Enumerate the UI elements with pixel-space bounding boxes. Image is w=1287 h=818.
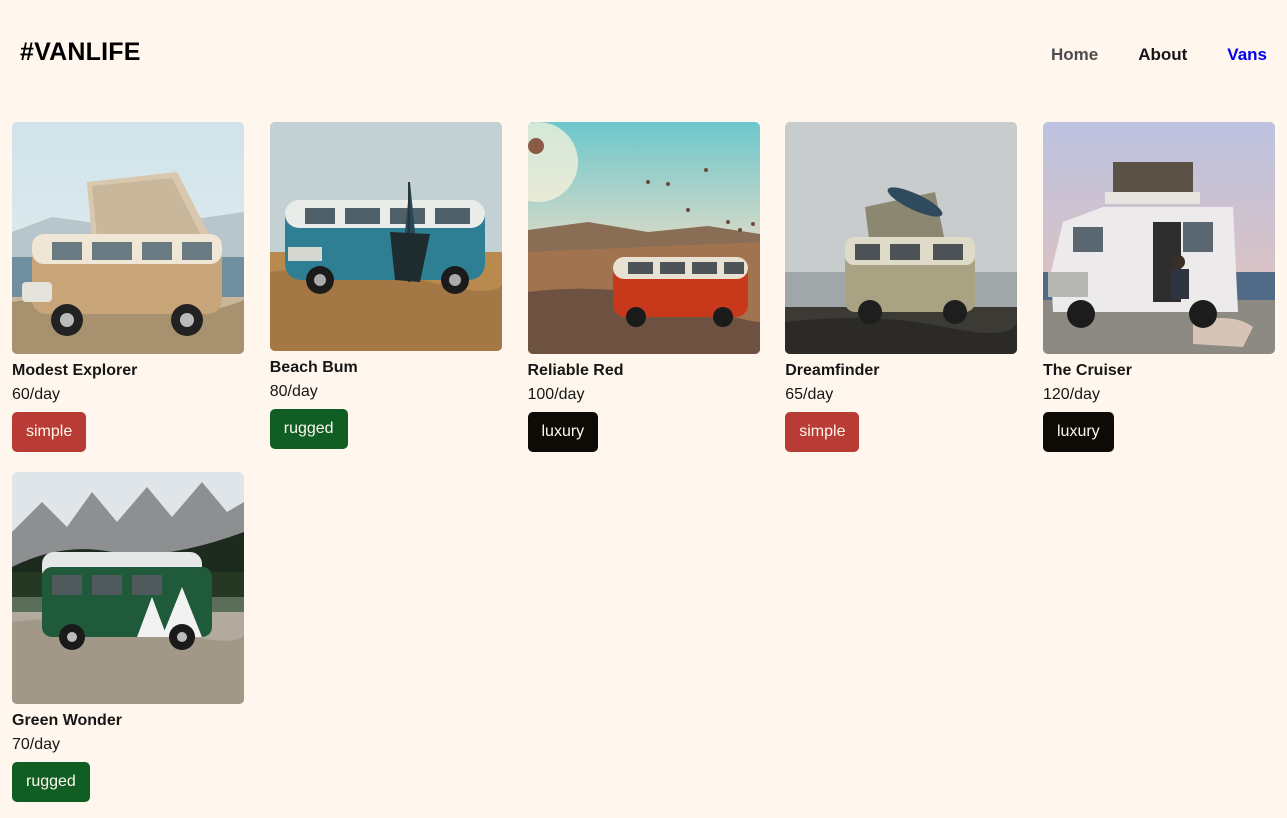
van-list: Modest Explorer 60/day simple Beach Bum … <box>12 122 1275 802</box>
van-card-beach-bum[interactable]: Beach Bum 80/day rugged <box>269 122 502 452</box>
nav-link-vans[interactable]: Vans <box>1227 45 1267 65</box>
van-type-badge[interactable]: luxury <box>527 412 599 452</box>
van-name: Dreamfinder <box>785 362 880 379</box>
beige-vw-pop-top-van-icon <box>12 122 244 354</box>
van-type-badge[interactable]: simple <box>785 412 860 452</box>
van-card-the-cruiser[interactable]: The Cruiser 120/day luxury <box>1043 122 1275 452</box>
cream-pop-top-van-icon <box>785 122 1018 354</box>
van-card-dreamfinder[interactable]: Dreamfinder 65/day simple <box>785 122 1018 452</box>
van-name: Modest Explorer <box>12 362 138 379</box>
van-card-modest-explorer[interactable]: Modest Explorer 60/day simple <box>12 122 244 452</box>
site-header: #VANLIFE Home About Vans <box>0 0 1287 110</box>
main-nav: Home About Vans <box>1051 45 1267 65</box>
van-name: The Cruiser <box>1043 362 1132 379</box>
van-price: 60/day <box>12 386 61 403</box>
van-type-badge[interactable]: luxury <box>1043 412 1114 452</box>
van-name: Reliable Red <box>527 362 624 379</box>
van-type-badge[interactable]: rugged <box>269 409 348 449</box>
van-price: 80/day <box>269 383 318 400</box>
van-name: Green Wonder <box>12 712 122 729</box>
green-vw-van-mountains-icon <box>12 472 244 704</box>
nav-link-home[interactable]: Home <box>1051 45 1098 65</box>
van-price: 100/day <box>527 386 585 403</box>
van-name: Beach Bum <box>269 359 358 376</box>
van-price: 70/day <box>12 736 61 753</box>
van-type-badge[interactable]: simple <box>12 412 87 452</box>
white-camper-van-icon <box>1043 122 1275 354</box>
van-card-green-wonder[interactable]: Green Wonder 70/day rugged <box>12 472 244 802</box>
red-vw-bus-balloons-icon <box>527 122 760 354</box>
van-price: 120/day <box>1043 386 1100 403</box>
van-card-reliable-red[interactable]: Reliable Red 100/day luxury <box>527 122 760 452</box>
site-logo[interactable]: #VANLIFE <box>20 38 141 67</box>
van-type-badge[interactable]: rugged <box>12 762 90 802</box>
teal-vw-bus-icon <box>269 122 502 351</box>
nav-link-about[interactable]: About <box>1138 45 1187 65</box>
van-price: 65/day <box>785 386 834 403</box>
